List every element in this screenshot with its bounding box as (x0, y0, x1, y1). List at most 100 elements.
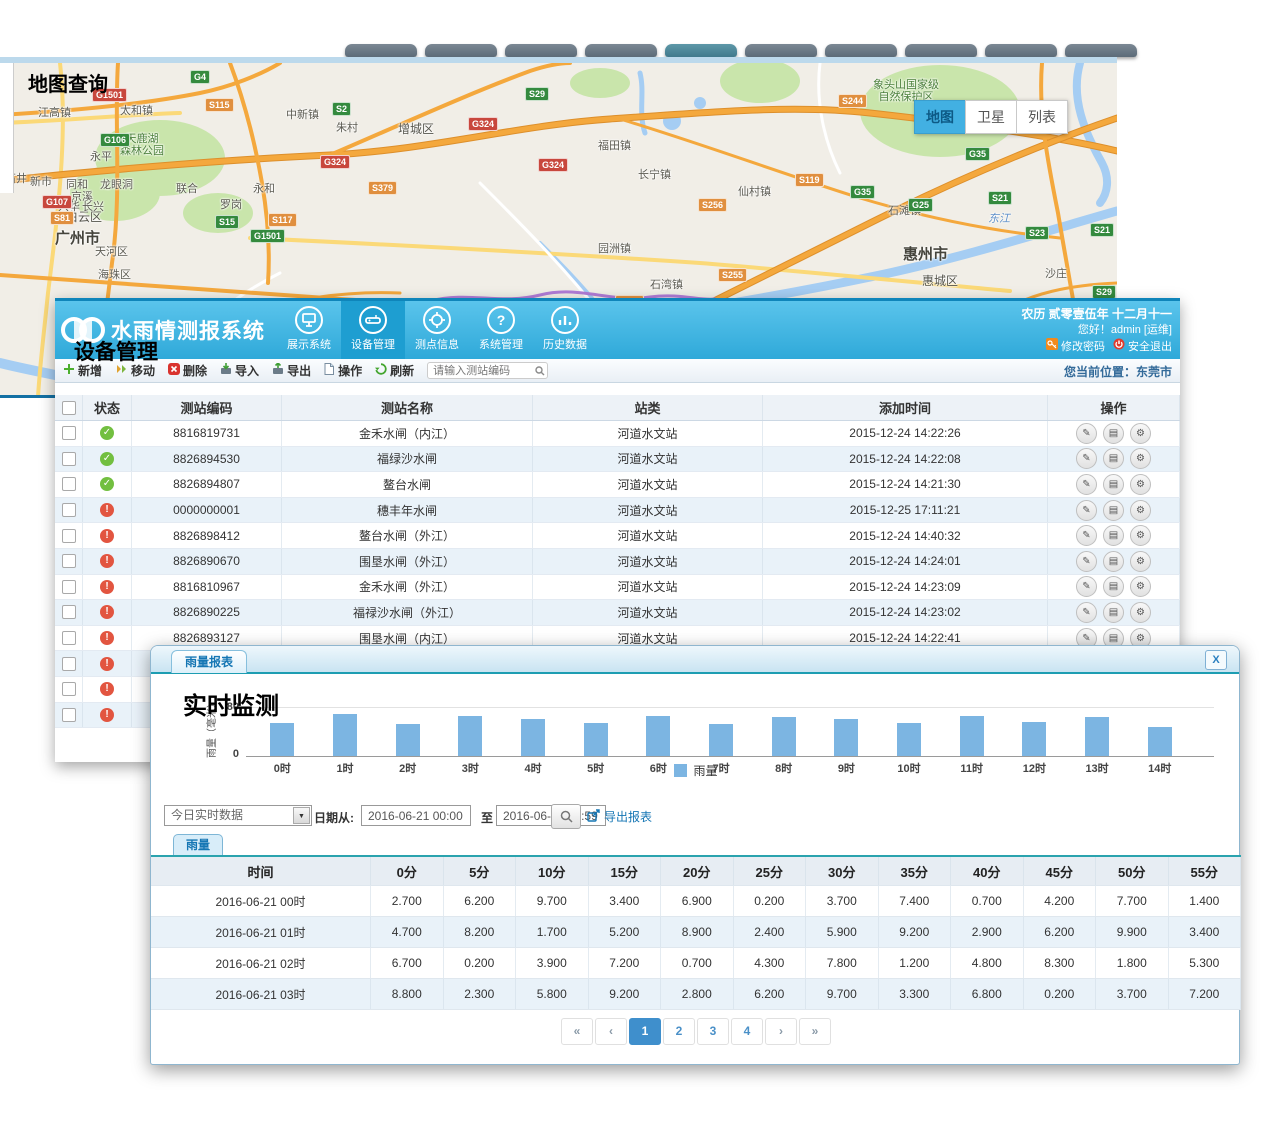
settings-icon[interactable]: ⚙ (1130, 500, 1151, 521)
nav-item-device[interactable]: 设备管理 (341, 301, 405, 359)
row-checkbox[interactable] (62, 605, 76, 619)
window-tab[interactable] (985, 44, 1057, 57)
archive-icon[interactable]: ▤ (1103, 474, 1124, 495)
row-checkbox[interactable] (62, 529, 76, 543)
settings-icon[interactable]: ⚙ (1130, 448, 1151, 469)
window-tab[interactable] (745, 44, 817, 57)
row-checkbox[interactable] (62, 554, 76, 568)
window-tab[interactable] (585, 44, 657, 57)
edit-icon[interactable]: ✎ (1076, 551, 1097, 572)
edit-icon[interactable]: ✎ (1076, 602, 1097, 623)
settings-icon[interactable]: ⚙ (1130, 551, 1151, 572)
archive-icon[interactable]: ▤ (1103, 500, 1124, 521)
edit-icon[interactable]: ✎ (1076, 423, 1097, 444)
window-tab[interactable] (825, 44, 897, 57)
map-view-button[interactable]: 卫星 (965, 100, 1017, 134)
select-all-checkbox[interactable] (62, 401, 76, 415)
edit-icon[interactable]: ✎ (1076, 525, 1097, 546)
nav-item-monitor[interactable]: 展示系统 (277, 301, 341, 359)
query-button[interactable] (551, 804, 581, 829)
settings-icon[interactable]: ⚙ (1130, 474, 1151, 495)
row-checkbox[interactable] (62, 580, 76, 594)
nav-item-target[interactable]: 测点信息 (405, 301, 469, 359)
logout-link[interactable]: 安全退出 (1113, 338, 1172, 355)
pager-arrow-button[interactable]: « (561, 1018, 593, 1045)
road-shield: S256 (698, 198, 727, 212)
column-header: 添加时间 (763, 395, 1048, 420)
station-code: 8826894807 (132, 472, 282, 497)
archive-icon[interactable]: ▤ (1103, 448, 1124, 469)
rain-bar[interactable] (897, 723, 921, 756)
tab-rain-report[interactable]: 雨量报表 (171, 650, 247, 673)
window-tab[interactable] (665, 44, 737, 57)
window-tab[interactable] (425, 44, 497, 57)
settings-icon[interactable]: ⚙ (1130, 576, 1151, 597)
data-preset-select[interactable]: 今日实时数据 ▼ (164, 805, 312, 826)
toolbar-button-refresh[interactable]: 刷新 (375, 362, 414, 379)
pager-arrow-button[interactable]: » (799, 1018, 831, 1045)
page-button[interactable]: 3 (697, 1018, 729, 1045)
edit-icon[interactable]: ✎ (1076, 576, 1097, 597)
row-checkbox-cell (55, 549, 83, 574)
map-view-button[interactable]: 地图 (914, 100, 966, 134)
archive-icon[interactable]: ▤ (1103, 423, 1124, 444)
rain-bar[interactable] (646, 716, 670, 756)
row-checkbox[interactable] (62, 452, 76, 466)
row-checkbox[interactable] (62, 631, 76, 645)
rain-bar[interactable] (772, 717, 796, 756)
row-checkbox[interactable] (62, 657, 76, 671)
table-row: ✓8826894807鳌台水闸河道水文站2015-12-24 14:21:30✎… (55, 472, 1180, 498)
archive-icon[interactable]: ▤ (1103, 525, 1124, 546)
toolbar-button-export[interactable]: 导出 (272, 362, 311, 379)
settings-icon[interactable]: ⚙ (1130, 423, 1151, 444)
rain-bar[interactable] (709, 724, 733, 756)
rain-bar[interactable] (834, 719, 858, 756)
nav-item-question[interactable]: ?系统管理 (469, 301, 533, 359)
date-from-input[interactable] (361, 805, 471, 826)
search-icon[interactable] (535, 365, 545, 379)
nav-item-chart[interactable]: 历史数据 (533, 301, 597, 359)
rain-bar[interactable] (960, 716, 984, 756)
export-report-link[interactable]: 导出报表 (587, 808, 652, 825)
tab-rain[interactable]: 雨量 (173, 834, 223, 856)
change-password-link[interactable]: 修改密码 (1046, 338, 1105, 355)
toolbar-button-operate[interactable]: 操作 (324, 362, 362, 379)
rain-bar[interactable] (333, 714, 357, 756)
pager-arrow-button[interactable]: › (765, 1018, 797, 1045)
window-tab[interactable] (345, 44, 417, 57)
row-checkbox[interactable] (62, 682, 76, 696)
window-tab[interactable] (1065, 44, 1137, 57)
pager-arrow-button[interactable]: ‹ (595, 1018, 627, 1045)
edit-icon[interactable]: ✎ (1076, 500, 1097, 521)
row-checkbox[interactable] (62, 477, 76, 491)
rain-bar[interactable] (584, 723, 608, 756)
settings-icon[interactable]: ⚙ (1130, 525, 1151, 546)
rain-bar[interactable] (1148, 727, 1172, 756)
settings-icon[interactable]: ⚙ (1130, 602, 1151, 623)
page-button[interactable]: 4 (731, 1018, 763, 1045)
row-checkbox[interactable] (62, 426, 76, 440)
row-checkbox[interactable] (62, 503, 76, 517)
archive-icon[interactable]: ▤ (1103, 551, 1124, 572)
rain-bar[interactable] (458, 716, 482, 756)
close-icon[interactable]: X (1205, 650, 1227, 670)
chevron-down-icon[interactable]: ▼ (293, 807, 310, 824)
rain-bar[interactable] (396, 724, 420, 756)
edit-icon[interactable]: ✎ (1076, 474, 1097, 495)
toolbar-button-delete[interactable]: 删除 (168, 362, 207, 379)
window-tab[interactable] (505, 44, 577, 57)
rain-bar[interactable] (1022, 722, 1046, 756)
window-tab[interactable] (905, 44, 977, 57)
edit-icon[interactable]: ✎ (1076, 448, 1097, 469)
page-button[interactable]: 1 (629, 1018, 661, 1045)
rain-bar[interactable] (1085, 717, 1109, 756)
archive-icon[interactable]: ▤ (1103, 602, 1124, 623)
toolbar-button-import[interactable]: 导入 (220, 362, 259, 379)
rain-bar[interactable] (521, 719, 545, 756)
row-checkbox[interactable] (62, 708, 76, 722)
page-button[interactable]: 2 (663, 1018, 695, 1045)
station-search-input[interactable] (427, 362, 548, 379)
rain-bar[interactable] (270, 723, 294, 756)
archive-icon[interactable]: ▤ (1103, 576, 1124, 597)
map-view-button[interactable]: 列表 (1016, 100, 1068, 134)
